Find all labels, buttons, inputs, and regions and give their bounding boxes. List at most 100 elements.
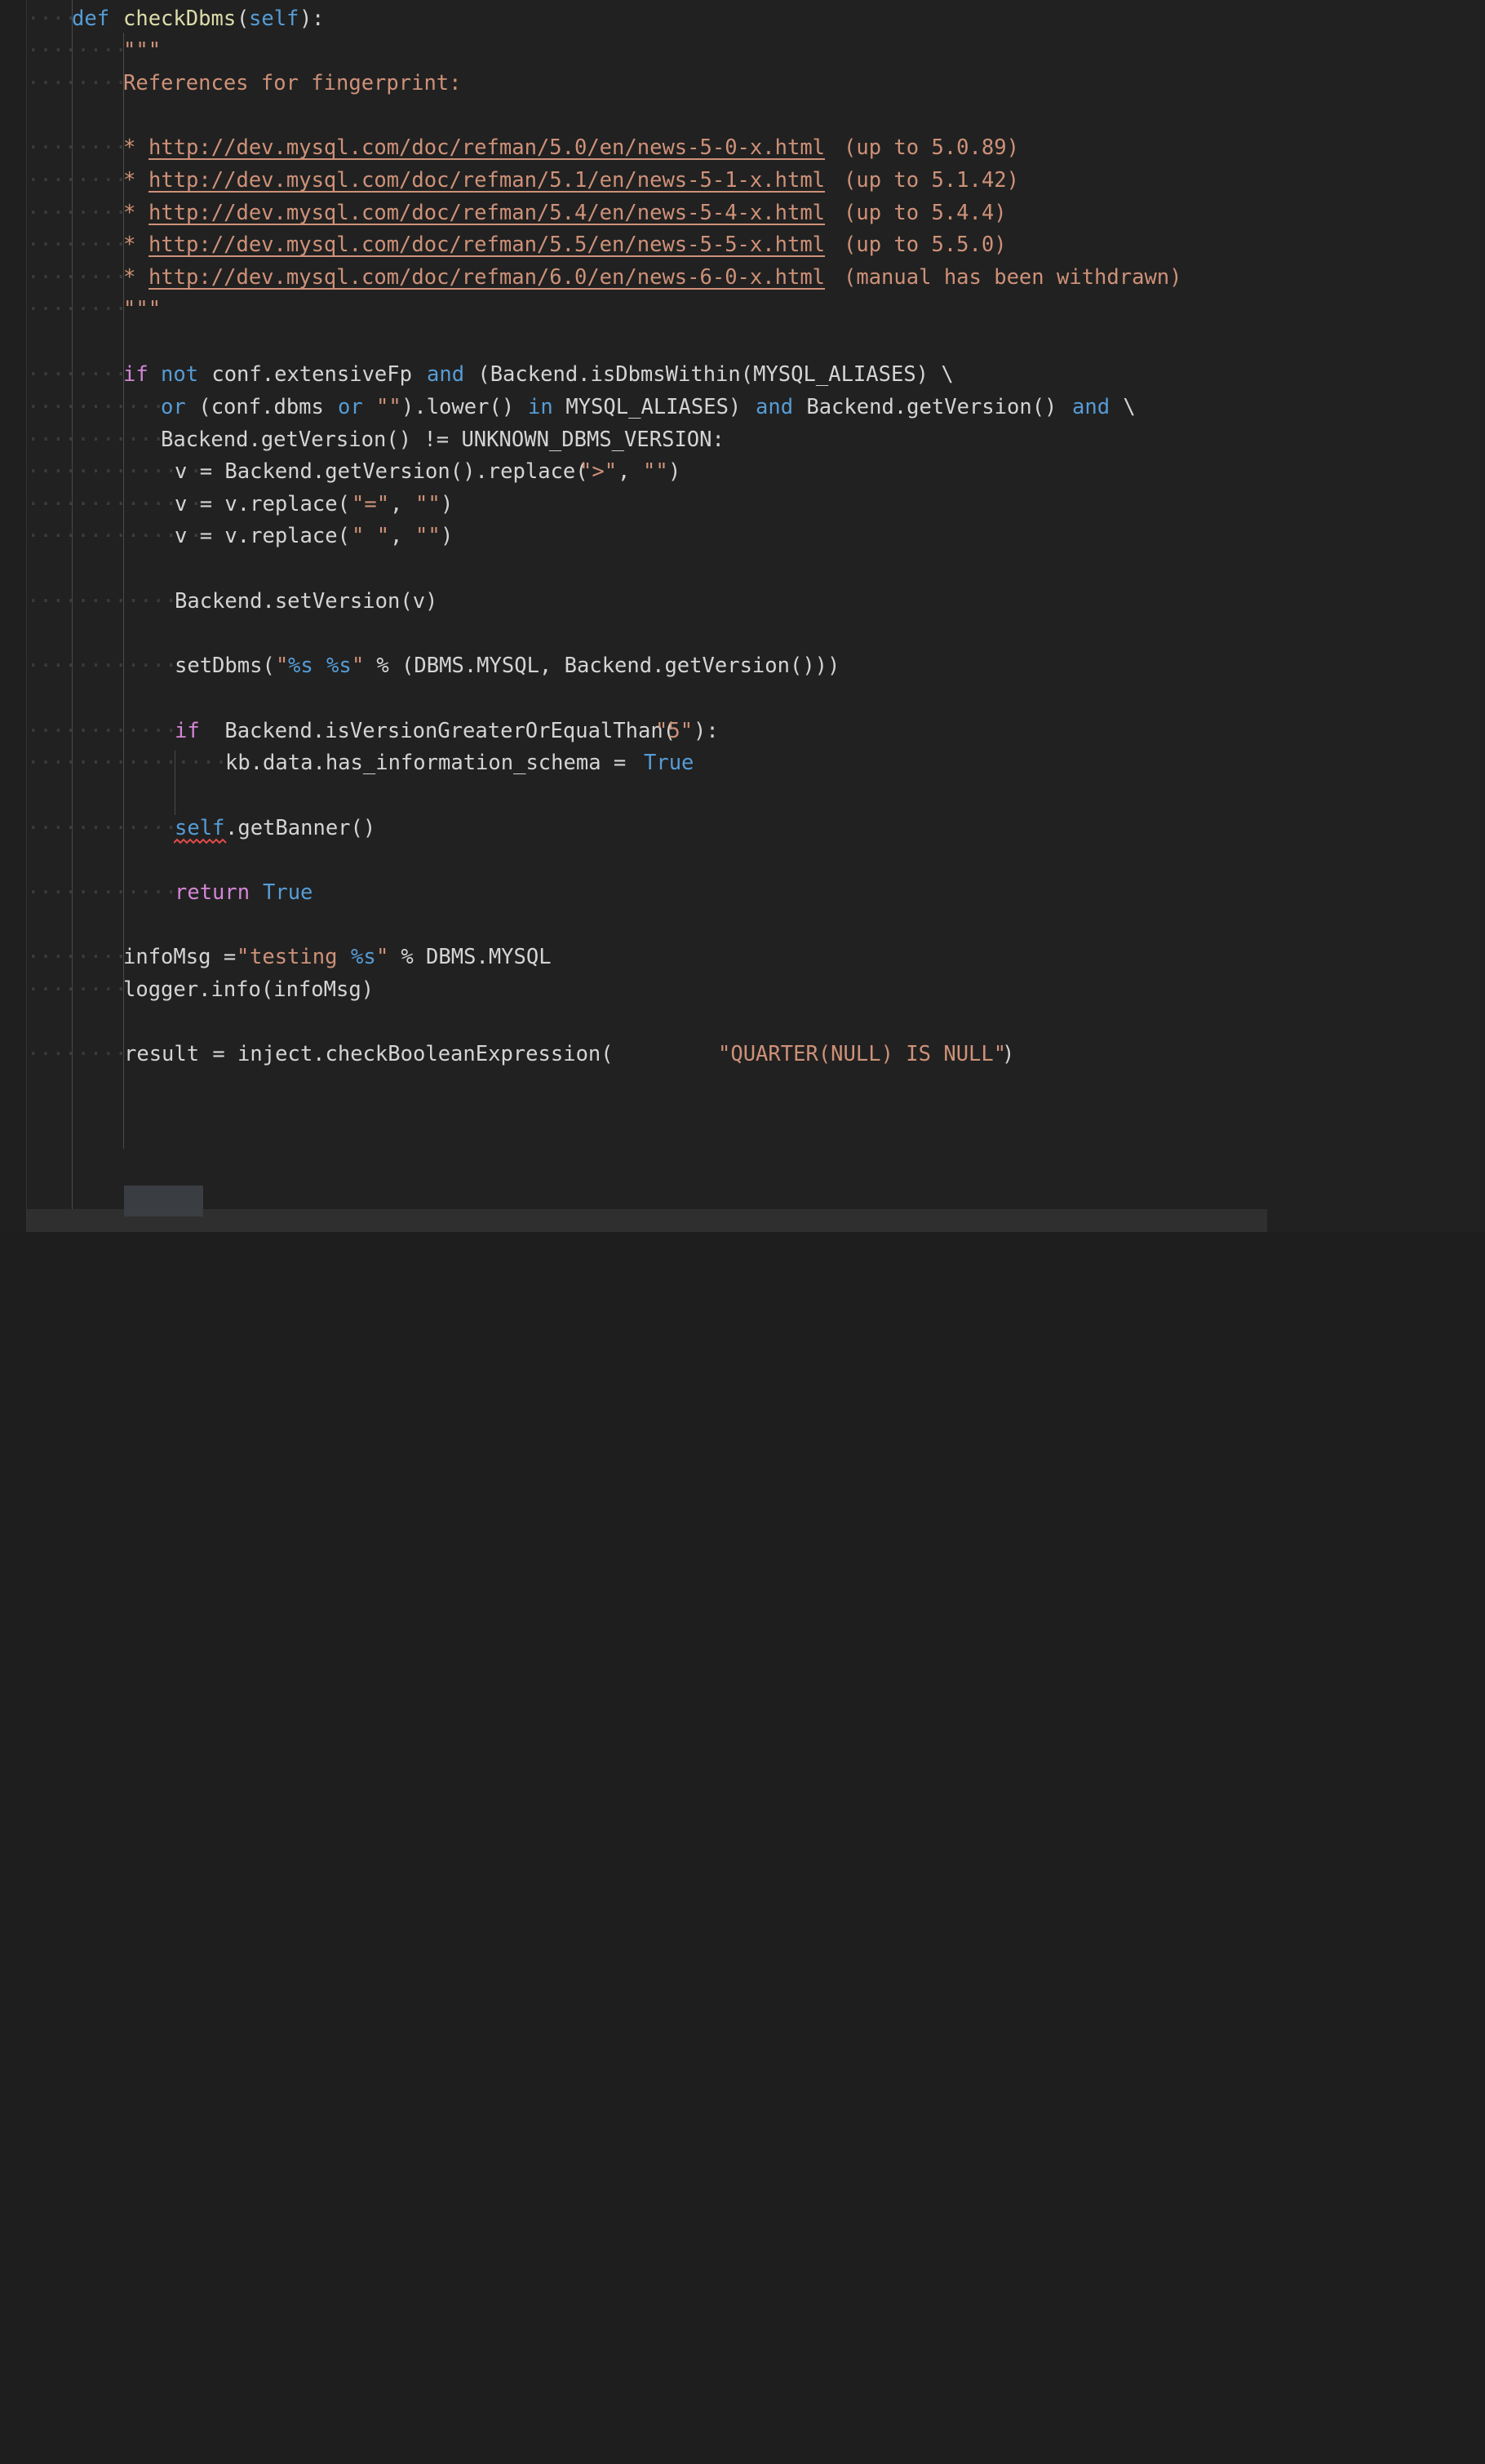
whitespace-dots: ············ — [27, 654, 178, 678]
reference-link[interactable]: http://dev.mysql.com/doc/refman/5.1/en/n… — [148, 168, 825, 193]
comma: , — [390, 492, 415, 516]
whitespace-dots: ············ — [27, 428, 178, 452]
expression: conf.extensiveFp — [199, 362, 425, 387]
code-line[interactable]: ············ if Backend.isVersionGreater… — [0, 716, 1485, 748]
keyword-self: self — [175, 816, 225, 840]
code-line[interactable]: ········ """ — [0, 35, 1485, 68]
reference-link[interactable]: http://dev.mysql.com/doc/refman/5.0/en/n… — [148, 135, 825, 160]
expression: % DBMS.MYSQL — [388, 945, 552, 969]
comma: , — [618, 459, 643, 484]
code-line[interactable]: ········ * http://dev.mysql.com/doc/refm… — [0, 229, 1485, 262]
expression: Backend.isVersionGreaterOrEqualThan( — [212, 719, 676, 743]
code-line[interactable]: ········ * http://dev.mysql.com/doc/refm… — [0, 197, 1485, 230]
whitespace-dots: ········ — [27, 945, 127, 969]
code-line[interactable]: ·············· v = v.replace( "=" , "" ) — [0, 489, 1485, 521]
whitespace-dots: ········ — [27, 297, 127, 321]
code-line[interactable]: ············ setDbms( " %s %s " % (DBMS.… — [0, 650, 1485, 683]
keyword-return: return — [175, 880, 250, 905]
code-line-blank[interactable] — [0, 326, 1485, 359]
keyword-and: and — [427, 362, 465, 387]
docstring-heading: References for fingerprint: — [123, 71, 462, 95]
line-continuation: \ — [1110, 395, 1136, 419]
whitespace-dots: ············ — [27, 395, 178, 419]
code-line[interactable]: ········ References for fingerprint: — [0, 68, 1485, 100]
code-line-blank[interactable] — [0, 909, 1485, 942]
code-line[interactable]: ·············· v = v.replace( " " , "" ) — [0, 521, 1485, 553]
literal-true: True — [263, 880, 313, 905]
string-literal: " " — [352, 524, 390, 548]
code-line-blank[interactable] — [0, 1006, 1485, 1039]
open-paren: ( — [237, 7, 250, 31]
close-paren: ) — [441, 524, 454, 548]
close-paren: ) — [441, 492, 454, 516]
function-name: checkDbms — [123, 7, 237, 31]
docstring-open: """ — [123, 38, 162, 63]
keyword-if: if — [123, 362, 148, 387]
code-line-blank[interactable] — [0, 553, 1485, 586]
statement-set-version: Backend.setVersion(v) — [175, 589, 438, 614]
reference-link[interactable]: http://dev.mysql.com/doc/refman/6.0/en/n… — [148, 265, 825, 290]
code-editor[interactable]: ···· def checkDbms ( self ) : ········ "… — [0, 0, 1485, 1232]
whitespace-dots: ········ — [27, 135, 127, 160]
assignment-lhs: v = v.replace( — [175, 492, 350, 516]
code-line[interactable]: ············ or (conf.dbms or "" ).lower… — [0, 392, 1485, 424]
comma: , — [390, 524, 415, 548]
code-line[interactable]: ········ logger.info(infoMsg) — [0, 974, 1485, 1007]
code-line[interactable]: ················ kb.data.has_information… — [0, 747, 1485, 780]
code-line[interactable]: ········ * http://dev.mysql.com/doc/refm… — [0, 262, 1485, 295]
code-line-blank[interactable] — [0, 844, 1485, 877]
keyword-or: or — [161, 395, 186, 419]
reference-note: (up to 5.1.42) — [844, 168, 1019, 193]
whitespace-dots: ············ — [27, 589, 178, 614]
docstring-close: """ — [123, 297, 162, 321]
string-space — [313, 654, 326, 678]
assignment-lhs: v = Backend.getVersion().replace( — [175, 459, 588, 484]
code-line[interactable]: ············ return True — [0, 877, 1485, 910]
code-line[interactable]: ········ result = inject.checkBooleanExp… — [0, 1039, 1485, 1071]
whitespace-dots: ···· — [27, 7, 78, 31]
whitespace-dots: ············ — [27, 816, 178, 840]
reference-link[interactable]: http://dev.mysql.com/doc/refman/5.4/en/n… — [148, 201, 825, 225]
empty-string: "" — [415, 524, 441, 548]
code-line-blank[interactable] — [0, 780, 1485, 813]
quote-open: " — [237, 945, 250, 969]
code-line[interactable]: ········ if not conf.extensiveFp and (Ba… — [0, 359, 1485, 392]
code-surface[interactable]: ···· def checkDbms ( self ) : ········ "… — [0, 0, 1485, 1232]
colon: : — [312, 7, 325, 31]
docstring-bullet: * — [123, 201, 136, 225]
keyword-or: or — [338, 395, 363, 419]
keyword-in: in — [528, 395, 553, 419]
whitespace-dots: ········ — [27, 201, 127, 225]
whitespace-dots: ············ — [27, 719, 178, 743]
assignment-lhs: v = v.replace( — [175, 524, 350, 548]
format-spec: %s — [351, 945, 376, 969]
code-line[interactable]: ········ """ — [0, 294, 1485, 326]
keyword-not: not — [161, 362, 199, 387]
expression: Backend.getVersion() — [794, 395, 1070, 419]
code-line[interactable]: ········ * http://dev.mysql.com/doc/refm… — [0, 132, 1485, 165]
expression: Backend.getVersion() != UNKNOWN_DBMS_VER… — [161, 428, 725, 452]
code-line-blank[interactable] — [0, 100, 1485, 132]
assignment-lhs: infoMsg = — [123, 945, 249, 969]
code-line[interactable]: ········ infoMsg = " testing %s " % DBMS… — [0, 942, 1485, 974]
whitespace-dots: ········ — [27, 1042, 127, 1066]
code-line-blank[interactable] — [0, 683, 1485, 716]
code-line[interactable]: ···· def checkDbms ( self ) : — [0, 3, 1485, 36]
whitespace-dots: ········ — [27, 265, 127, 290]
string-literal: "5" — [655, 719, 694, 743]
code-line[interactable]: ············ Backend.setVersion(v) — [0, 586, 1485, 618]
empty-string: "" — [415, 492, 441, 516]
keyword-and: and — [1072, 395, 1110, 419]
docstring-bullet: * — [123, 135, 136, 160]
code-line-blank[interactable] — [0, 618, 1485, 650]
format-spec: %s — [326, 654, 352, 678]
reference-link[interactable]: http://dev.mysql.com/doc/refman/5.5/en/n… — [148, 233, 825, 257]
code-line[interactable]: ········ * http://dev.mysql.com/doc/refm… — [0, 165, 1485, 197]
quote-close: " — [376, 945, 389, 969]
code-line[interactable]: ············ Backend.getVersion() != UNK… — [0, 424, 1485, 457]
string-literal: "QUARTER(NULL) IS NULL" — [718, 1042, 1007, 1066]
keyword-def: def — [72, 7, 110, 31]
code-line[interactable]: ·············· v = Backend.getVersion().… — [0, 456, 1485, 489]
docstring-bullet: * — [123, 265, 136, 290]
reference-note: (up to 5.0.89) — [844, 135, 1019, 160]
